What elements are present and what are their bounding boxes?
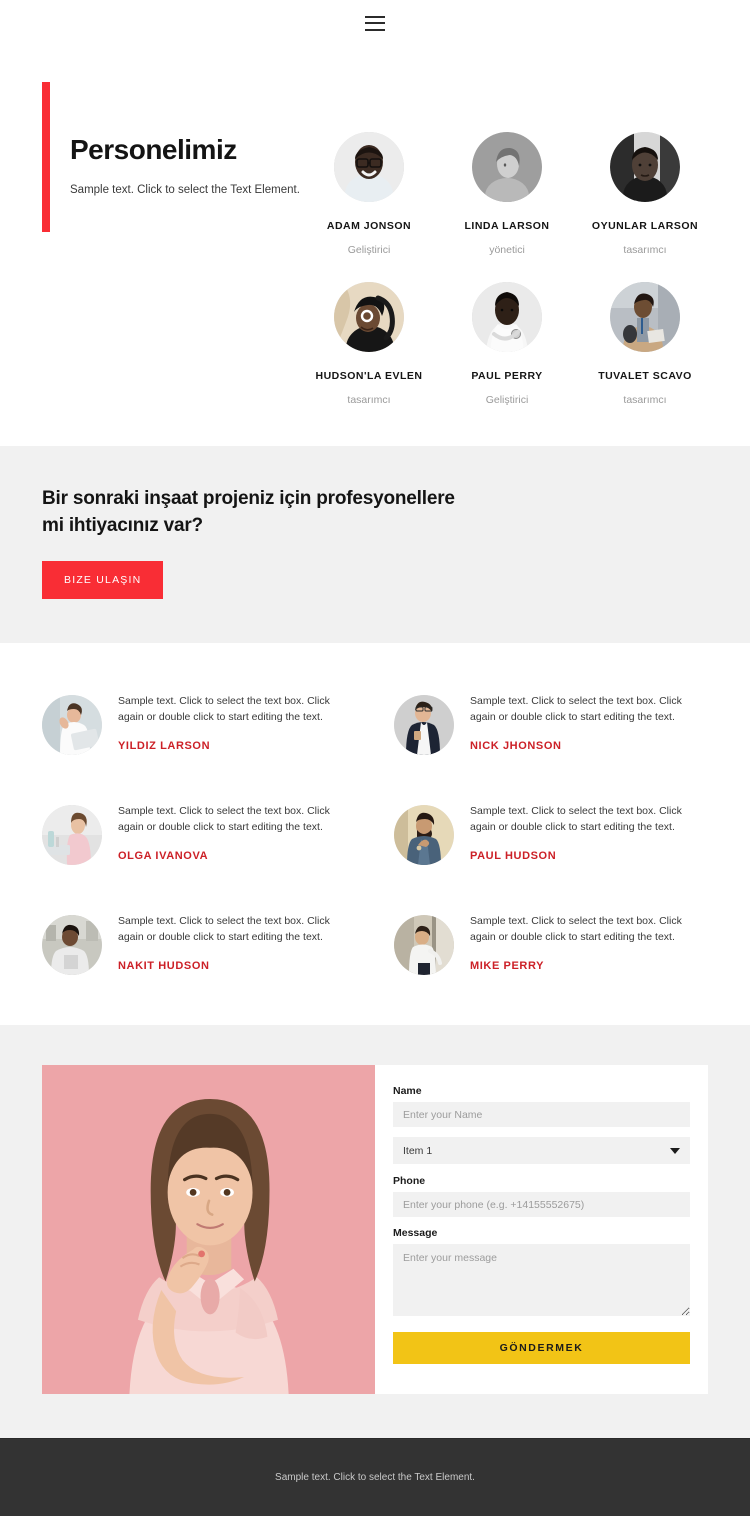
team-member[interactable]: OYUNLAR LARSON tasarımcı — [576, 132, 714, 256]
burger-line-3 — [365, 28, 385, 31]
cta-title: Bir sonraki inşaat projeniz için profesy… — [42, 488, 455, 536]
team-member[interactable]: PAUL PERRY Geliştirici — [438, 282, 576, 406]
contact-us-button[interactable]: BIZE ULAŞIN — [42, 561, 164, 600]
avatar — [394, 805, 454, 866]
testimonial-name: NAKIT HUDSON — [118, 959, 210, 972]
message-label: Message — [393, 1227, 438, 1240]
team-member[interactable]: HUDSON'LA EVLEN tasarımcı — [300, 282, 438, 406]
hamburger-menu-icon[interactable] — [365, 15, 385, 31]
testimonial-name: PAUL HUDSON — [470, 849, 557, 862]
testimonial-card: Sample text. Click to select the text bo… — [394, 911, 708, 976]
contact-section: Name Item 1 Phone Message GÖNDERMEK — [0, 1025, 750, 1439]
message-textarea[interactable] — [393, 1244, 690, 1317]
testimonial-text: Sample text. Click to select the text bo… — [470, 695, 682, 724]
site-footer: Sample text. Click to select the Text El… — [0, 1438, 750, 1516]
testimonial-name: OLGA IVANOVA — [118, 849, 209, 862]
item-select-wrapper: Item 1 — [393, 1137, 690, 1165]
team-member[interactable]: ADAM JONSON Geliştirici — [300, 132, 438, 256]
name-label: Name — [393, 1085, 422, 1098]
team-subtitle: Sample text. Click to select the Text El… — [70, 184, 300, 197]
testimonial-name: YILDIZ LARSON — [118, 739, 211, 752]
testimonial-text: Sample text. Click to select the text bo… — [470, 805, 682, 834]
team-section: Personelimiz Sample text. Click to selec… — [0, 46, 750, 446]
avatar — [472, 132, 542, 202]
team-member[interactable]: LINDA LARSON yönetici — [438, 132, 576, 256]
team-member-name: ADAM JONSON — [326, 220, 412, 232]
team-member-name: PAUL PERRY — [471, 370, 543, 382]
item-select[interactable]: Item 1 — [393, 1137, 690, 1165]
submit-button[interactable]: GÖNDERMEK — [393, 1332, 690, 1365]
avatar — [394, 915, 454, 976]
testimonial-card: Sample text. Click to select the text bo… — [42, 911, 356, 976]
phone-input[interactable] — [393, 1192, 690, 1218]
testimonial-card: Sample text. Click to select the text bo… — [42, 691, 356, 756]
name-input[interactable] — [393, 1102, 690, 1128]
team-member-name: OYUNLAR LARSON — [591, 220, 699, 232]
testimonial-name: MIKE PERRY — [470, 959, 545, 972]
team-grid: ADAM JONSON Geliştirici LINDA LARSON yön… — [300, 74, 750, 406]
avatar — [610, 282, 680, 352]
team-member-role: tasarımcı — [347, 394, 391, 406]
accent-bar — [42, 82, 50, 232]
testimonial-card: Sample text. Click to select the text bo… — [394, 801, 708, 866]
team-member-role: yönetici — [489, 244, 525, 256]
team-intro: Personelimiz Sample text. Click to selec… — [0, 74, 300, 232]
avatar — [394, 695, 454, 756]
avatar — [334, 282, 404, 352]
testimonial-card: Sample text. Click to select the text bo… — [394, 691, 708, 756]
site-header — [0, 0, 750, 46]
testimonials-section: Sample text. Click to select the text bo… — [0, 643, 750, 1026]
team-member-role: tasarımcı — [623, 244, 667, 256]
team-member-name: LINDA LARSON — [464, 220, 550, 232]
team-member-name: HUDSON'LA EVLEN — [315, 370, 423, 382]
contact-photo — [42, 1065, 375, 1395]
avatar — [42, 915, 102, 976]
testimonial-text: Sample text. Click to select the text bo… — [470, 915, 682, 944]
avatar — [334, 132, 404, 202]
team-member-role: Geliştirici — [347, 244, 391, 256]
page-root: Personelimiz Sample text. Click to selec… — [0, 0, 750, 1516]
burger-line-1 — [365, 15, 385, 18]
team-member-name: TUVALET SCAVO — [598, 370, 692, 382]
avatar — [42, 805, 102, 866]
cta-section: Bir sonraki inşaat projeniz için profesy… — [0, 446, 750, 644]
avatar — [610, 132, 680, 202]
avatar — [42, 695, 102, 756]
avatar — [472, 282, 542, 352]
testimonial-card: Sample text. Click to select the text bo… — [42, 801, 356, 866]
testimonial-text: Sample text. Click to select the text bo… — [118, 915, 330, 944]
team-member-role: tasarımcı — [623, 394, 667, 406]
testimonial-text: Sample text. Click to select the text bo… — [118, 695, 330, 724]
testimonial-text: Sample text. Click to select the text bo… — [118, 805, 330, 834]
testimonial-name: NICK JHONSON — [470, 739, 562, 752]
contact-card: Name Item 1 Phone Message GÖNDERMEK — [42, 1065, 708, 1395]
contact-form: Name Item 1 Phone Message GÖNDERMEK — [375, 1065, 708, 1395]
page-title: Personelimiz — [70, 134, 237, 165]
team-member[interactable]: TUVALET SCAVO tasarımcı — [576, 282, 714, 406]
team-member-role: Geliştirici — [485, 394, 529, 406]
phone-label: Phone — [393, 1175, 426, 1188]
burger-line-2 — [365, 22, 385, 24]
footer-text: Sample text. Click to select the Text El… — [275, 1472, 475, 1484]
